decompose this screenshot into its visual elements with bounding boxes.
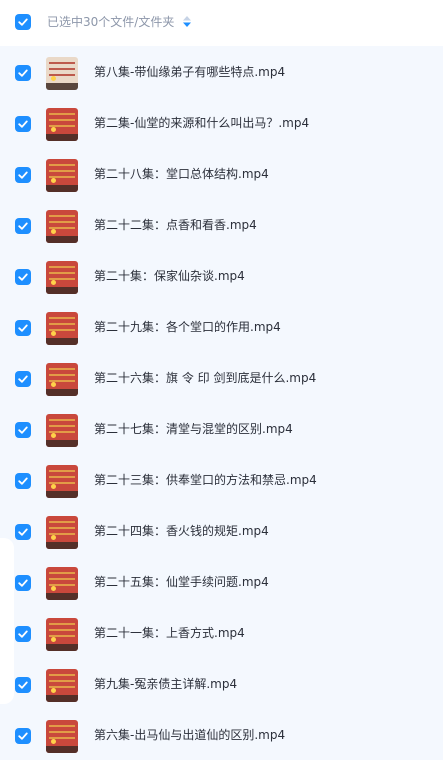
check-icon	[18, 324, 28, 332]
file-checkbox[interactable]	[15, 575, 31, 591]
file-row[interactable]: 第二十八集：堂口总体结构.mp4	[0, 148, 443, 199]
video-thumbnail	[46, 567, 78, 600]
file-row[interactable]: 第八集-带仙缘弟子有哪些特点.mp4	[0, 46, 443, 97]
file-name[interactable]: 第二十三集：供奉堂口的方法和禁忌.mp4	[94, 471, 317, 489]
file-checkbox[interactable]	[15, 116, 31, 132]
file-row[interactable]: 第九集-冤亲债主详解.mp4	[0, 658, 443, 709]
file-row[interactable]: 第二十一集：上香方式.mp4	[0, 607, 443, 658]
file-row[interactable]: 第二十集：保家仙杂谈.mp4	[0, 250, 443, 301]
video-thumbnail	[46, 720, 78, 753]
select-all-checkbox[interactable]	[15, 14, 31, 30]
check-icon	[18, 222, 28, 230]
file-name[interactable]: 第二十八集：堂口总体结构.mp4	[94, 165, 269, 183]
file-row[interactable]: 第二十九集：各个堂口的作用.mp4	[0, 301, 443, 352]
check-icon	[18, 426, 28, 434]
video-thumbnail	[46, 618, 78, 651]
file-name[interactable]: 第二十七集：清堂与混堂的区别.mp4	[94, 420, 293, 438]
file-row[interactable]: 第六集-出马仙与出道仙的区别.mp4	[0, 709, 443, 760]
file-checkbox[interactable]	[15, 524, 31, 540]
file-row[interactable]: 第二十四集：香火钱的规矩.mp4	[0, 505, 443, 556]
check-icon	[18, 120, 28, 128]
sort-icon[interactable]	[183, 16, 191, 27]
video-thumbnail	[46, 159, 78, 192]
file-checkbox[interactable]	[15, 677, 31, 693]
file-row[interactable]: 第二十五集：仙堂手续问题.mp4	[0, 556, 443, 607]
video-thumbnail	[46, 363, 78, 396]
file-name[interactable]: 第九集-冤亲债主详解.mp4	[94, 675, 237, 693]
file-name[interactable]: 第二十集：保家仙杂谈.mp4	[94, 267, 245, 285]
file-checkbox[interactable]	[15, 320, 31, 336]
file-row[interactable]: 第二十二集：点香和看香.mp4	[0, 199, 443, 250]
file-name[interactable]: 第六集-出马仙与出道仙的区别.mp4	[94, 726, 285, 744]
file-checkbox[interactable]	[15, 626, 31, 642]
file-checkbox[interactable]	[15, 269, 31, 285]
file-name[interactable]: 第二十二集：点香和看香.mp4	[94, 216, 257, 234]
check-icon	[18, 477, 28, 485]
check-icon	[18, 732, 28, 740]
video-thumbnail	[46, 210, 78, 243]
video-thumbnail	[46, 261, 78, 294]
file-checkbox[interactable]	[15, 65, 31, 81]
selection-header: 已选中30个文件/文件夹	[0, 0, 443, 46]
file-name[interactable]: 第二十六集：旗 令 印 剑到底是什么.mp4	[94, 369, 316, 387]
file-name[interactable]: 第二十五集：仙堂手续问题.mp4	[94, 573, 269, 591]
file-name[interactable]: 第二集-仙堂的来源和什么叫出马？.mp4	[94, 114, 309, 132]
check-icon	[18, 171, 28, 179]
file-list: 第八集-带仙缘弟子有哪些特点.mp4 第二集-仙堂的来源和什么叫出马？.mp4 第二…	[0, 46, 443, 760]
check-icon	[18, 375, 28, 383]
check-icon	[18, 528, 28, 536]
file-row[interactable]: 第二十七集：清堂与混堂的区别.mp4	[0, 403, 443, 454]
check-icon	[18, 630, 28, 638]
check-icon	[18, 681, 28, 689]
check-icon	[18, 18, 28, 26]
file-checkbox[interactable]	[15, 728, 31, 744]
video-thumbnail	[46, 516, 78, 549]
check-icon	[18, 579, 28, 587]
check-icon	[18, 273, 28, 281]
file-checkbox[interactable]	[15, 167, 31, 183]
file-name[interactable]: 第二十四集：香火钱的规矩.mp4	[94, 522, 269, 540]
video-thumbnail	[46, 108, 78, 141]
file-checkbox[interactable]	[15, 473, 31, 489]
file-checkbox[interactable]	[15, 422, 31, 438]
video-thumbnail	[46, 57, 78, 90]
file-name[interactable]: 第二十一集：上香方式.mp4	[94, 624, 245, 642]
file-checkbox[interactable]	[15, 371, 31, 387]
video-thumbnail	[46, 312, 78, 345]
file-row[interactable]: 第二集-仙堂的来源和什么叫出马？.mp4	[0, 97, 443, 148]
selection-count-label: 已选中30个文件/文件夹	[47, 15, 175, 29]
check-icon	[18, 69, 28, 77]
file-row[interactable]: 第二十六集：旗 令 印 剑到底是什么.mp4	[0, 352, 443, 403]
file-row[interactable]: 第二十三集：供奉堂口的方法和禁忌.mp4	[0, 454, 443, 505]
video-thumbnail	[46, 465, 78, 498]
video-thumbnail	[46, 414, 78, 447]
file-name[interactable]: 第八集-带仙缘弟子有哪些特点.mp4	[94, 63, 285, 81]
file-checkbox[interactable]	[15, 218, 31, 234]
file-name[interactable]: 第二十九集：各个堂口的作用.mp4	[94, 318, 281, 336]
video-thumbnail	[46, 669, 78, 702]
